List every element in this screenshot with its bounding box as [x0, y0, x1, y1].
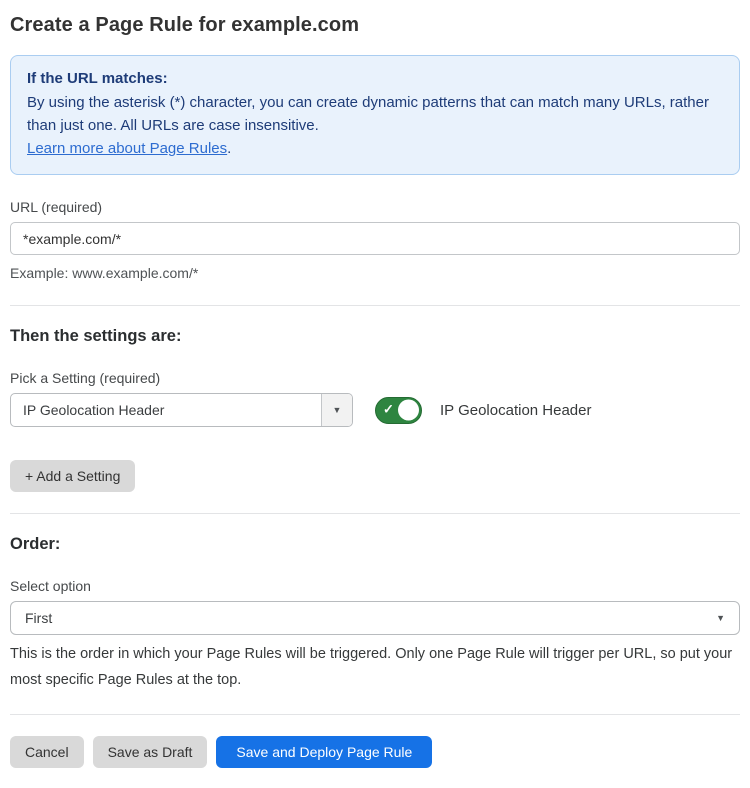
url-matches-info-box: If the URL matches: By using the asteris…: [10, 55, 740, 175]
chevron-down-icon: ▼: [333, 406, 342, 415]
page-title: Create a Page Rule for example.com: [10, 14, 740, 37]
order-selected-value: First: [25, 610, 52, 626]
divider: [10, 305, 740, 306]
ip-geolocation-toggle[interactable]: ✓: [375, 397, 422, 424]
pick-setting-label: Pick a Setting (required): [10, 370, 740, 386]
info-box-body: By using the asterisk (*) character, you…: [27, 91, 723, 137]
info-link-line: Learn more about Page Rules.: [27, 137, 723, 160]
cancel-button[interactable]: Cancel: [10, 736, 84, 768]
pick-setting-select[interactable]: IP Geolocation Header ▼: [10, 393, 353, 427]
check-icon: ✓: [383, 402, 394, 418]
save-as-draft-button[interactable]: Save as Draft: [93, 736, 208, 768]
url-input[interactable]: [10, 222, 740, 255]
save-and-deploy-button[interactable]: Save and Deploy Page Rule: [216, 736, 432, 768]
create-page-rule-form: Create a Page Rule for example.com If th…: [0, 0, 750, 788]
pick-setting-selected-value: IP Geolocation Header: [11, 394, 321, 426]
settings-section-heading: Then the settings are:: [10, 327, 740, 346]
info-link-suffix: .: [227, 140, 231, 157]
toggle-label: IP Geolocation Header: [440, 402, 592, 419]
add-setting-button[interactable]: + Add a Setting: [10, 460, 135, 492]
form-actions: Cancel Save as Draft Save and Deploy Pag…: [10, 736, 740, 768]
info-box-heading: If the URL matches:: [27, 67, 723, 90]
order-section-heading: Order:: [10, 535, 740, 554]
url-field-helper: Example: www.example.com/*: [10, 262, 740, 284]
order-select-label: Select option: [10, 578, 740, 594]
order-select[interactable]: First ▼: [10, 601, 740, 635]
learn-more-link[interactable]: Learn more about Page Rules: [27, 140, 227, 157]
setting-row: IP Geolocation Header ▼ ✓ IP Geolocation…: [10, 393, 740, 427]
pick-setting-dropdown-button[interactable]: ▼: [321, 394, 352, 426]
toggle-knob: [398, 400, 419, 421]
chevron-down-icon: ▼: [716, 614, 725, 623]
divider: [10, 714, 740, 715]
order-helper-text: This is the order in which your Page Rul…: [10, 641, 740, 693]
divider: [10, 513, 740, 514]
url-field-label: URL (required): [10, 199, 740, 215]
